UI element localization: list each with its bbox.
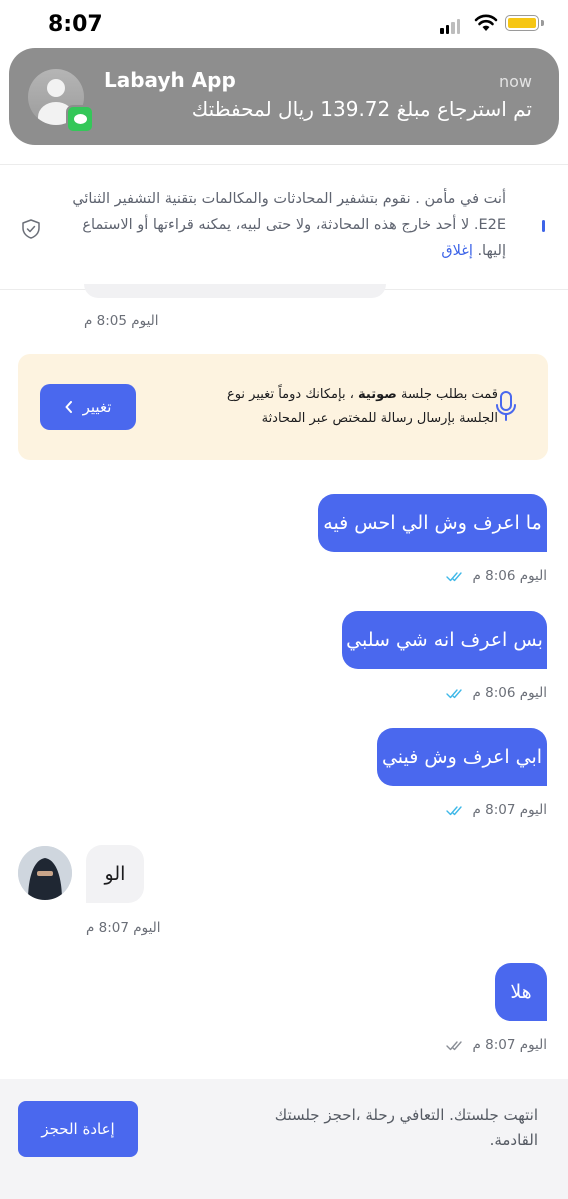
outgoing-message-bubble[interactable]: بس اعرف انه شي سلبي <box>342 611 547 669</box>
message-meta: اليوم 8:07 م <box>446 1037 547 1053</box>
delivered-check-icon <box>446 1040 463 1050</box>
message-meta: اليوم 8:06 م <box>446 685 547 701</box>
change-session-type-button[interactable]: تغيير <box>40 384 136 430</box>
read-check-icon <box>446 571 463 581</box>
divider <box>0 164 568 165</box>
messages-app-icon <box>66 105 94 133</box>
notice-accent-mark <box>542 220 545 232</box>
outgoing-message-bubble[interactable]: ابي اعرف وش فيني <box>377 728 547 786</box>
notification-time: now <box>498 72 532 91</box>
message-meta: اليوم 8:07 م <box>446 802 547 818</box>
wifi-icon <box>474 14 498 31</box>
voice-session-text: قمت بطلب جلسة صوتية ، بإمكانك دوماً تغيي… <box>188 383 498 431</box>
message-time: اليوم 8:05 م <box>84 313 159 329</box>
message-time: اليوم 8:07 م <box>472 802 547 818</box>
incoming-message-bubble[interactable]: الو <box>86 845 144 903</box>
message-text: بس اعرف انه شي سلبي <box>346 629 543 651</box>
voice-session-type: صوتية <box>358 387 397 402</box>
message-meta: اليوم 8:06 م <box>446 568 547 584</box>
message-time: اليوم 8:07 م <box>472 1037 547 1053</box>
battery-tip <box>541 20 544 26</box>
read-check-icon <box>446 688 463 698</box>
encryption-notice: أنت في مأمن . نقوم بتشفير المحادثات والم… <box>72 186 506 264</box>
battery-icon <box>505 15 539 31</box>
notification-message: تم استرجاع مبلغ 139.72 ريال لمحفظتك <box>191 97 532 121</box>
message-text: ما اعرف وش الي احس فيه <box>323 512 542 534</box>
cellular-signal-icon <box>440 19 460 34</box>
status-time: 8:07 <box>48 12 103 37</box>
outgoing-message-bubble[interactable]: ما اعرف وش الي احس فيه <box>318 494 547 552</box>
read-check-icon <box>446 805 463 815</box>
close-notice-link[interactable]: إغلاق <box>441 243 473 259</box>
message-time: اليوم 8:07 م <box>86 920 161 936</box>
session-ended-text: انتهت جلستك. التعافي رحلة ،احجز جلستك ال… <box>274 1106 538 1149</box>
message-time: اليوم 8:06 م <box>472 568 547 584</box>
chevron-left-icon <box>65 401 72 413</box>
message-text: هلا <box>510 981 532 1003</box>
voice-text-part: قمت بطلب جلسة <box>396 387 498 402</box>
shield-check-icon <box>22 219 40 239</box>
message-time: اليوم 8:06 م <box>472 685 547 701</box>
notification-app-name: Labayh App <box>104 68 236 92</box>
message-text: ابي اعرف وش فيني <box>381 746 543 768</box>
change-button-label: تغيير <box>82 398 112 416</box>
previous-message-bubble <box>84 284 386 298</box>
message-text: الو <box>104 863 126 885</box>
rebook-button[interactable]: إعادة الحجز <box>18 1101 138 1157</box>
outgoing-message-bubble[interactable]: هلا <box>495 963 547 1021</box>
microphone-icon <box>496 391 516 421</box>
specialist-avatar[interactable] <box>18 846 72 900</box>
person-niqab-icon <box>18 846 72 900</box>
